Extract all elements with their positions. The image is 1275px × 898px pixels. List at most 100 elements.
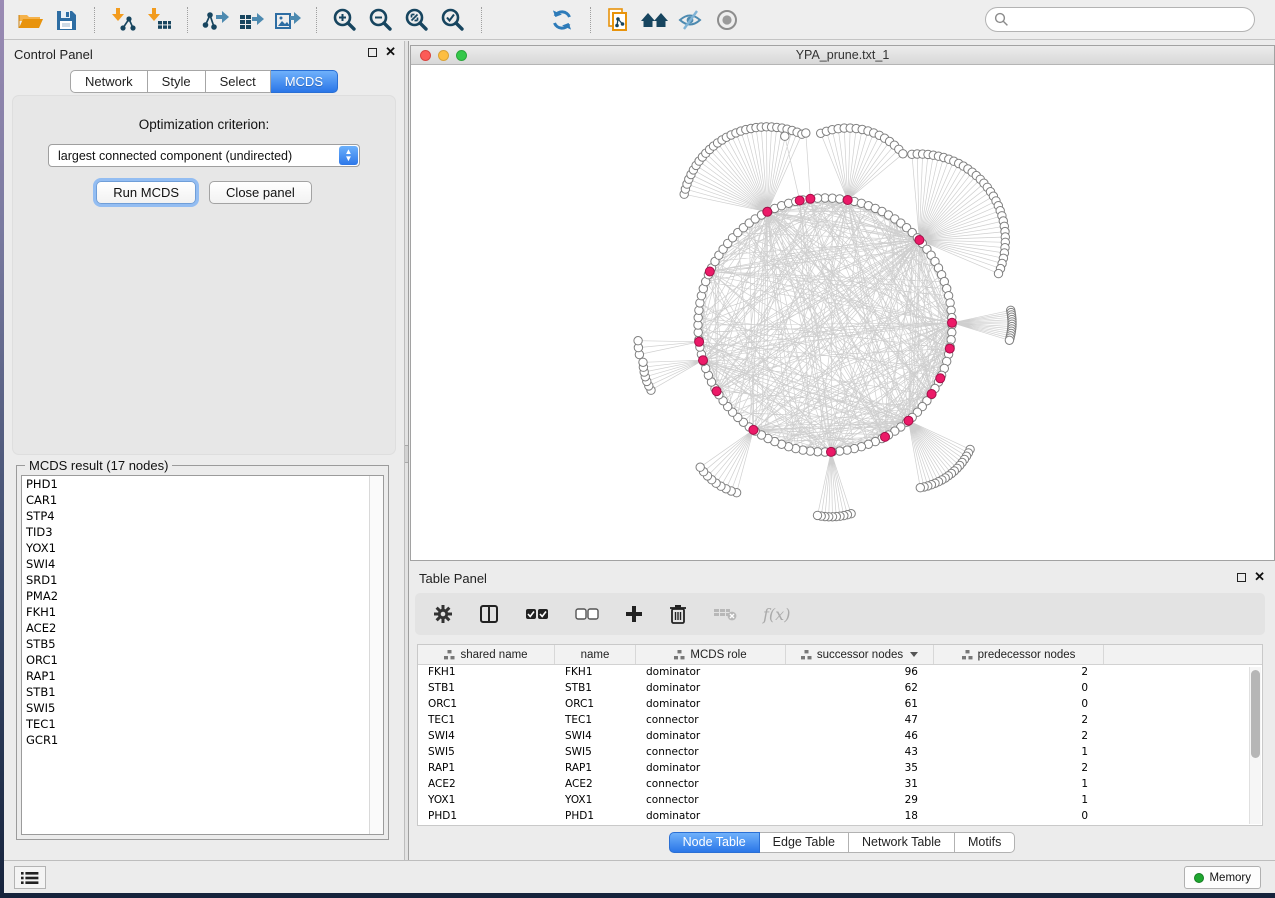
table-cell[interactable]: 46 <box>786 729 934 745</box>
delete-table-button[interactable] <box>713 606 737 622</box>
table-cell[interactable]: 2 <box>934 665 1104 681</box>
mcds-result-item[interactable]: FKH1 <box>22 604 383 620</box>
close-table-panel-icon[interactable]: ✕ <box>1254 571 1265 583</box>
mcds-result-item[interactable]: PMA2 <box>22 588 383 604</box>
network-hub-node[interactable] <box>699 356 708 365</box>
mcds-result-item[interactable]: SWI4 <box>22 556 383 572</box>
table-row[interactable]: STB1STB1dominator620 <box>418 681 1262 697</box>
mcds-result-item[interactable]: STB1 <box>22 684 383 700</box>
maximize-window-icon[interactable] <box>456 50 467 61</box>
table-scrollbar-thumb[interactable] <box>1251 670 1260 758</box>
zoom-in-button[interactable] <box>327 4 363 36</box>
network-node[interactable] <box>899 150 907 158</box>
mcds-result-item[interactable]: ACE2 <box>22 620 383 636</box>
tab-motifs[interactable]: Motifs <box>955 832 1015 853</box>
home-button[interactable] <box>637 4 673 36</box>
open-file-button[interactable] <box>12 4 48 36</box>
select-all-button[interactable] <box>525 607 549 621</box>
export-network-button[interactable] <box>198 4 234 36</box>
network-canvas[interactable] <box>411 65 1274 560</box>
column-header-mcds-role[interactable]: MCDS role <box>636 645 786 664</box>
table-cell[interactable]: connector <box>636 777 786 793</box>
network-hub-node[interactable] <box>948 318 957 327</box>
table-cell[interactable]: SWI5 <box>555 745 636 761</box>
table-cell[interactable]: dominator <box>636 729 786 745</box>
table-cell[interactable]: RAP1 <box>418 761 555 777</box>
table-cell[interactable]: 2 <box>934 729 1104 745</box>
clear-selection-button[interactable] <box>575 607 599 621</box>
table-cell[interactable]: ORC1 <box>418 697 555 713</box>
mcds-result-item[interactable]: TID3 <box>22 524 383 540</box>
table-cell[interactable]: PHD1 <box>418 809 555 825</box>
close-window-icon[interactable] <box>420 50 431 61</box>
memory-button[interactable]: Memory <box>1184 866 1261 889</box>
network-node[interactable] <box>639 358 647 366</box>
table-cell[interactable]: RAP1 <box>555 761 636 777</box>
table-cell[interactable]: connector <box>636 713 786 729</box>
table-cell[interactable]: 0 <box>934 697 1104 713</box>
table-cell[interactable]: 31 <box>786 777 934 793</box>
mcds-result-item[interactable]: PHD1 <box>22 476 383 492</box>
mcds-result-item[interactable]: GCR1 <box>22 732 383 748</box>
table-row[interactable]: ORC1ORC1dominator610 <box>418 697 1262 713</box>
tab-node-table[interactable]: Node Table <box>669 832 760 853</box>
table-scrollbar[interactable] <box>1249 667 1261 824</box>
column-header-shared-name[interactable]: shared name <box>418 645 555 664</box>
network-hub-node[interactable] <box>881 432 890 441</box>
minimize-window-icon[interactable] <box>438 50 449 61</box>
table-row[interactable]: TEC1TEC1connector472 <box>418 713 1262 729</box>
table-row[interactable]: FKH1FKH1dominator962 <box>418 665 1262 681</box>
table-cell[interactable]: dominator <box>636 697 786 713</box>
table-cell[interactable]: 62 <box>786 681 934 697</box>
network-hub-node[interactable] <box>936 374 945 383</box>
table-cell[interactable]: 61 <box>786 697 934 713</box>
tab-select[interactable]: Select <box>206 70 271 93</box>
network-node[interactable] <box>781 132 789 140</box>
task-history-button[interactable] <box>14 866 46 889</box>
table-cell[interactable]: PHD1 <box>555 809 636 825</box>
table-cell[interactable]: dominator <box>636 665 786 681</box>
mcds-result-item[interactable]: STP4 <box>22 508 383 524</box>
table-cell[interactable]: YOX1 <box>418 793 555 809</box>
network-hub-node[interactable] <box>945 344 954 353</box>
column-header-successor-nodes[interactable]: successor nodes <box>786 645 934 664</box>
tab-edge-table[interactable]: Edge Table <box>760 832 849 853</box>
import-network-button[interactable] <box>105 4 141 36</box>
delete-column-button[interactable] <box>669 604 687 624</box>
table-cell[interactable]: 35 <box>786 761 934 777</box>
table-cell[interactable]: dominator <box>636 809 786 825</box>
network-hub-node[interactable] <box>843 196 852 205</box>
table-row[interactable]: PHD1PHD1dominator180 <box>418 809 1262 825</box>
table-cell[interactable]: connector <box>636 745 786 761</box>
table-cell[interactable]: ACE2 <box>555 777 636 793</box>
table-row[interactable]: RAP1RAP1dominator352 <box>418 761 1262 777</box>
zoom-selected-button[interactable] <box>435 4 471 36</box>
table-cell[interactable]: 47 <box>786 713 934 729</box>
table-cell[interactable]: 2 <box>934 713 1104 729</box>
network-node[interactable] <box>802 129 810 137</box>
network-hub-node[interactable] <box>749 425 758 434</box>
network-node[interactable] <box>634 337 642 345</box>
hide-graphics-details-button[interactable] <box>673 4 709 36</box>
table-cell[interactable]: FKH1 <box>418 665 555 681</box>
table-settings-button[interactable] <box>433 604 453 624</box>
refresh-button[interactable] <box>544 4 580 36</box>
network-hub-node[interactable] <box>695 337 704 346</box>
optimization-criterion-select[interactable]: largest connected component (undirected)… <box>48 144 360 167</box>
mcds-result-item[interactable]: RAP1 <box>22 668 383 684</box>
show-details-button[interactable] <box>709 4 745 36</box>
zoom-out-button[interactable] <box>363 4 399 36</box>
table-cell[interactable]: YOX1 <box>555 793 636 809</box>
network-node[interactable] <box>916 484 924 492</box>
import-table-button[interactable] <box>141 4 177 36</box>
table-cell[interactable]: STB1 <box>555 681 636 697</box>
table-cell[interactable]: ORC1 <box>555 697 636 713</box>
table-cell[interactable]: TEC1 <box>418 713 555 729</box>
table-cell[interactable]: STB1 <box>418 681 555 697</box>
float-table-panel-icon[interactable] <box>1237 573 1246 582</box>
network-hub-node[interactable] <box>904 416 913 425</box>
table-cell[interactable]: 18 <box>786 809 934 825</box>
column-header-name[interactable]: name <box>555 645 636 664</box>
search-input[interactable] <box>1009 10 1254 30</box>
close-panel-button[interactable]: Close panel <box>209 181 312 204</box>
